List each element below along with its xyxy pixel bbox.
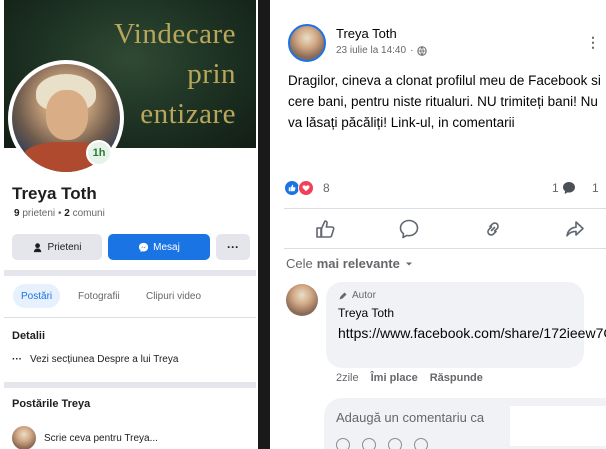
comment-actions: 2zile Îmi place Răspunde	[336, 372, 483, 384]
comment-bubble-icon	[562, 182, 575, 194]
comment-sort-dropdown[interactable]: Cele mai relevante	[286, 256, 414, 271]
divider	[4, 317, 256, 318]
more-dots-icon: ···	[12, 354, 22, 365]
reactions-count: 8	[323, 181, 330, 195]
share-icon[interactable]	[564, 218, 586, 240]
post-composer[interactable]: Scrie ceva pentru Treya...	[12, 426, 158, 449]
post-author-name[interactable]: Treya Toth	[336, 26, 397, 41]
pen-icon	[339, 292, 347, 299]
globe-icon	[417, 45, 428, 56]
post-options-icon[interactable]: ⋮	[586, 34, 600, 51]
chevron-down-icon	[405, 262, 412, 265]
comment-like-button[interactable]: Îmi place	[371, 372, 418, 384]
post-author-avatar[interactable]	[288, 24, 326, 62]
emoji-icon[interactable]	[362, 438, 376, 449]
comment-reply-button[interactable]: Răspunde	[430, 372, 483, 384]
message-button[interactable]: Mesaj	[108, 234, 210, 260]
messenger-icon	[139, 242, 149, 252]
friends-button-label: Prieteni	[47, 241, 82, 253]
profile-panel: Vindecare prin entizare 1h Treya Toth 9 …	[0, 0, 258, 449]
profile-name: Treya Toth	[12, 184, 97, 203]
friends-stats[interactable]: 9 prieteni • 2 comuni	[14, 208, 105, 219]
sort-label: mai relevante	[316, 256, 400, 271]
comment-author-name[interactable]: Treya Toth	[338, 306, 394, 320]
gif-icon[interactable]	[414, 438, 428, 449]
tab-posts[interactable]: Postări	[13, 284, 61, 308]
mutual-count: 2	[64, 208, 70, 219]
divider	[284, 208, 606, 209]
separator-dot: ·	[410, 45, 414, 56]
cover-text-line: Vindecare	[114, 18, 236, 50]
details-heading: Detalii	[12, 330, 46, 342]
camera-icon[interactable]	[388, 438, 402, 449]
section-divider	[4, 270, 256, 276]
comment-icon[interactable]	[398, 218, 420, 240]
tab-photos[interactable]: Fotografii	[70, 284, 128, 308]
avatar	[12, 426, 36, 449]
author-badge-label: Autor	[352, 290, 376, 301]
sort-label-prefix: Cele	[286, 256, 313, 271]
comment-input-placeholder: Adaugă un comentariu ca	[336, 410, 485, 425]
more-button[interactable]: ···	[216, 234, 250, 260]
tab-videos[interactable]: Clipuri video	[138, 284, 209, 308]
post-text: Dragilor, cineva a clonat profilul meu d…	[288, 73, 601, 130]
mutual-label: comuni	[72, 208, 105, 219]
overlay-box	[510, 406, 606, 446]
shares-count[interactable]: 1	[592, 181, 599, 195]
comments-count[interactable]: 1	[552, 181, 576, 195]
author-badge: Autor	[338, 290, 376, 301]
divider	[284, 248, 606, 249]
love-reaction-icon	[298, 180, 314, 196]
post-timestamp[interactable]: 23 iulie la 14:40 ·	[336, 45, 428, 56]
comment-input-tools	[336, 438, 428, 449]
post-panel: Treya Toth 23 iulie la 14:40 · ⋮ Dragilo…	[270, 0, 606, 449]
like-icon[interactable]	[314, 218, 336, 240]
comment-link[interactable]: https://www.facebook.com/share/172ieew7G…	[338, 323, 606, 343]
online-badge: 1h	[86, 140, 112, 166]
friends-label: prieteni	[22, 208, 56, 219]
message-button-label: Mesaj	[153, 241, 180, 253]
details-link[interactable]: ··· Vezi secțiunea Despre a lui Treya	[12, 354, 178, 365]
send-link-icon[interactable]	[482, 218, 504, 240]
avatar-sticker-icon[interactable]	[336, 438, 350, 449]
section-divider	[4, 382, 256, 388]
friends-button[interactable]: Prieteni	[12, 234, 102, 260]
comment-time[interactable]: 2zile	[336, 372, 359, 384]
posts-heading: Postările Treya	[12, 398, 91, 410]
post-date-text: 23 iulie la 14:40	[336, 45, 407, 56]
friends-count: 9	[14, 208, 20, 219]
reactions-summary[interactable]: 8	[284, 180, 330, 196]
comments-count-value: 1	[552, 181, 559, 195]
comment-avatar[interactable]	[286, 284, 318, 316]
composer-placeholder: Scrie ceva pentru Treya...	[44, 432, 158, 444]
details-link-label: Vezi secțiunea Despre a lui Treya	[30, 354, 179, 365]
friend-check-icon	[33, 242, 41, 252]
